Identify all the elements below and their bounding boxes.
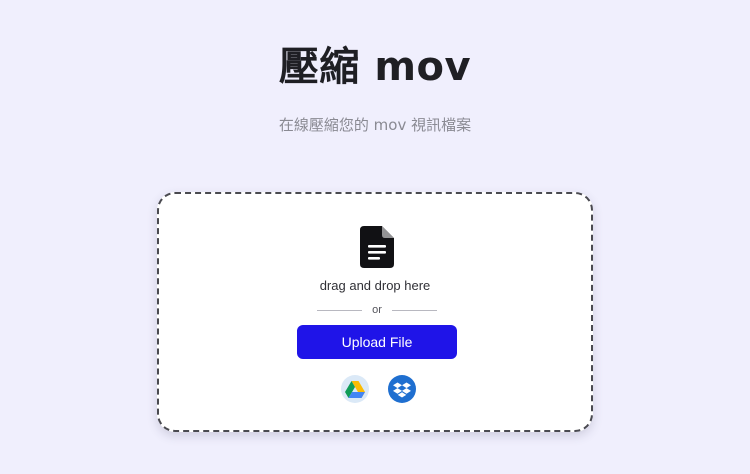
- dropbox-icon[interactable]: [388, 375, 416, 403]
- drag-drop-label: drag and drop here: [319, 278, 431, 293]
- or-divider: or: [317, 302, 437, 318]
- page-subtitle: 在線壓縮您的 mov 視訊檔案: [278, 116, 472, 134]
- file-document-icon: [360, 226, 394, 268]
- upload-file-button[interactable]: Upload File: [297, 325, 457, 359]
- page-title: 壓縮 mov: [278, 44, 472, 90]
- file-drop-zone[interactable]: drag and drop here or Upload File: [157, 192, 593, 432]
- divider-line-right: [392, 310, 437, 311]
- google-drive-icon[interactable]: [341, 375, 369, 403]
